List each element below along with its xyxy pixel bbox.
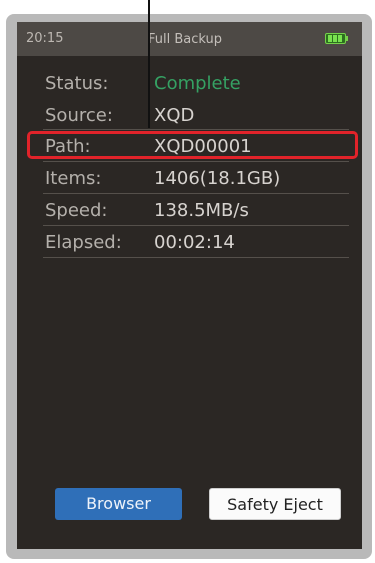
info-row-elapsed: Elapsed: 00:02:14: [17, 229, 362, 259]
info-label: Speed:: [45, 200, 108, 221]
callout-pointer-line: [148, 0, 150, 128]
info-label: Elapsed:: [45, 232, 122, 253]
status-bar: 20:15 Full Backup: [17, 22, 362, 56]
row-divider: [43, 161, 349, 162]
device-screen: 20:15 Full Backup Status: Complete Sourc…: [17, 22, 362, 549]
elapsed-value: 00:02:14: [154, 232, 235, 253]
row-divider: [43, 129, 349, 130]
browser-button[interactable]: Browser: [55, 488, 182, 520]
path-highlight-box: [27, 131, 358, 159]
info-row-items: Items: 1406(18.1GB): [17, 165, 362, 195]
info-row-source: Source: XQD: [17, 102, 362, 132]
mode-title: Full Backup: [148, 32, 223, 47]
clock-time: 20:15: [26, 31, 64, 46]
safety-eject-button[interactable]: Safety Eject: [209, 488, 341, 520]
items-value: 1406(18.1GB): [154, 168, 281, 189]
speed-value: 138.5MB/s: [154, 200, 249, 221]
row-divider: [43, 193, 349, 194]
info-label: Items:: [45, 168, 102, 189]
info-label: Source:: [45, 105, 113, 126]
source-value: XQD: [154, 105, 195, 126]
row-divider: [43, 225, 349, 226]
row-divider: [43, 257, 349, 258]
info-row-status: Status: Complete: [17, 70, 362, 100]
battery-full-icon: [325, 33, 349, 44]
info-label: Status:: [45, 73, 109, 94]
info-row-speed: Speed: 138.5MB/s: [17, 197, 362, 227]
status-value: Complete: [154, 73, 241, 94]
